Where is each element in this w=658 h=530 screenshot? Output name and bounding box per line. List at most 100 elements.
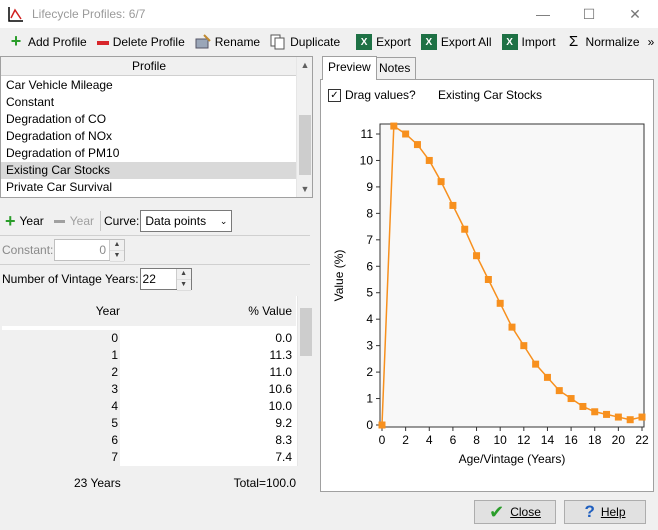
spin-up-icon[interactable]: ▲ — [176, 269, 191, 280]
close-window-button[interactable]: ✕ — [612, 0, 658, 28]
table-row[interactable]: 7 7.4 — [2, 449, 296, 466]
year-cell: 7 — [2, 449, 120, 466]
data-point[interactable] — [402, 130, 410, 138]
export-all-button[interactable]: X Export All — [417, 31, 496, 53]
divider — [0, 264, 310, 265]
scroll-up-icon[interactable]: ▲ — [297, 57, 313, 73]
y-tick-label: 10 — [360, 153, 374, 167]
data-point[interactable] — [603, 410, 611, 418]
minimize-button[interactable]: — — [520, 0, 566, 28]
data-point[interactable] — [626, 416, 634, 424]
import-button[interactable]: X Import — [498, 31, 560, 53]
list-item[interactable]: Degradation of CO — [1, 111, 297, 128]
spin-up-icon[interactable]: ▲ — [110, 240, 124, 251]
years-count: 23 Years — [74, 476, 121, 490]
drag-values-label: Drag values? — [345, 88, 416, 102]
scroll-thumb[interactable] — [300, 308, 312, 356]
x-tick-label: 6 — [450, 433, 457, 447]
add-year-button[interactable]: + Year — [2, 210, 47, 232]
table-header: Year % Value — [2, 296, 296, 326]
data-point[interactable] — [543, 373, 551, 381]
data-point[interactable] — [532, 360, 540, 368]
profile-list: Profile Car Vehicle Mileage Constant Degra… — [0, 56, 313, 198]
profile-list-scrollbar[interactable]: ▲ ▼ — [296, 57, 312, 197]
spin-down-icon[interactable]: ▼ — [176, 280, 191, 291]
list-item[interactable]: Degradation of NOx — [1, 128, 297, 145]
x-tick-label: 14 — [541, 433, 555, 447]
data-point[interactable] — [579, 402, 587, 410]
value-cell[interactable]: 8.3 — [122, 432, 292, 449]
data-point[interactable] — [508, 323, 516, 331]
data-point[interactable] — [484, 276, 492, 283]
list-item[interactable]: Constant — [1, 94, 297, 111]
data-point[interactable] — [425, 156, 433, 164]
help-button[interactable]: ? Help — [564, 500, 646, 524]
value-cell[interactable]: 7.4 — [122, 449, 292, 466]
drag-values-checkbox[interactable]: ✓ — [328, 88, 341, 102]
data-point[interactable] — [520, 342, 528, 350]
y-tick-label: 6 — [366, 259, 373, 273]
value-cell[interactable]: 10.0 — [122, 398, 292, 415]
data-point[interactable] — [614, 413, 622, 421]
tab-notes[interactable]: Notes — [373, 57, 417, 79]
export-button[interactable]: X Export — [352, 31, 415, 53]
x-tick-label: 10 — [494, 433, 508, 447]
profile-chart[interactable]: 012345678910110 2 4 6 8 10 12 14 16 18 20 22Age/Vin… — [321, 107, 653, 492]
scroll-down-icon[interactable]: ▼ — [297, 181, 313, 197]
table-row[interactable]: 4 10.0 — [2, 398, 296, 415]
table-row[interactable]: 0 0.0 — [2, 330, 296, 347]
data-point[interactable] — [567, 395, 575, 403]
duplicate-icon — [270, 34, 285, 50]
toolbar-overflow-button[interactable]: » — [646, 31, 657, 53]
rename-icon — [195, 34, 211, 49]
delete-profile-button[interactable]: Delete Profile — [93, 31, 189, 53]
y-axis-label: Value (%) — [332, 250, 346, 302]
list-item[interactable]: Car Vehicle Mileage — [1, 77, 297, 94]
spin-down-icon[interactable]: ▼ — [110, 251, 124, 262]
table-scrollbar[interactable] — [297, 296, 313, 466]
data-point[interactable] — [555, 387, 563, 395]
column-header-value: % Value — [248, 304, 292, 318]
curve-label: Curve: — [104, 214, 140, 228]
add-profile-button[interactable]: + Add Profile — [4, 31, 91, 53]
close-button[interactable]: ✔ Close — [474, 500, 556, 524]
data-point[interactable] — [378, 421, 386, 429]
value-cell[interactable]: 9.2 — [122, 415, 292, 432]
column-header-year: Year — [95, 304, 120, 318]
table-row[interactable]: 1 11.3 — [2, 347, 296, 364]
value-cell[interactable]: 0.0 — [122, 330, 292, 347]
data-point[interactable] — [390, 122, 398, 130]
list-item[interactable]: Degradation of PM10 — [1, 145, 297, 162]
vintage-years-spinner[interactable]: 22 ▲ ▼ — [139, 268, 192, 291]
constant-spinner[interactable]: 0 ▲ ▼ — [54, 239, 125, 262]
table-row[interactable]: 6 8.3 — [2, 432, 296, 449]
data-point[interactable] — [638, 413, 646, 421]
table-row[interactable]: 3 10.6 — [2, 381, 296, 398]
value-cell[interactable]: 11.0 — [122, 364, 292, 381]
remove-year-button[interactable]: Year — [51, 210, 97, 232]
data-point[interactable] — [496, 299, 504, 307]
data-point[interactable] — [473, 252, 481, 260]
list-item[interactable]: Existing Car Stocks — [1, 162, 297, 179]
table-footer: 23 Years Total=100.0 — [2, 474, 298, 492]
scroll-thumb[interactable] — [299, 115, 311, 175]
x-tick-label: 18 — [588, 433, 602, 447]
normalize-button[interactable]: Σ Normalize — [562, 31, 644, 53]
x-tick-label: 12 — [517, 433, 531, 447]
tab-preview[interactable]: Preview — [322, 56, 377, 80]
data-point[interactable] — [413, 141, 421, 149]
table-row[interactable]: 5 9.2 — [2, 415, 296, 432]
list-item[interactable]: Private Car Survival — [1, 179, 297, 196]
maximize-button[interactable]: ☐ — [566, 0, 612, 28]
data-point[interactable] — [449, 201, 457, 209]
duplicate-button[interactable]: Duplicate — [266, 31, 344, 53]
data-point[interactable] — [437, 178, 445, 186]
rename-button[interactable]: Rename — [191, 31, 264, 53]
plus-icon: + — [5, 210, 16, 231]
curve-select[interactable]: Data points ⌄ — [140, 210, 233, 232]
data-point[interactable] — [591, 408, 599, 416]
table-row[interactable]: 2 11.0 — [2, 364, 296, 381]
data-point[interactable] — [461, 225, 469, 233]
value-cell[interactable]: 10.6 — [122, 381, 292, 398]
value-cell[interactable]: 11.3 — [122, 347, 292, 364]
